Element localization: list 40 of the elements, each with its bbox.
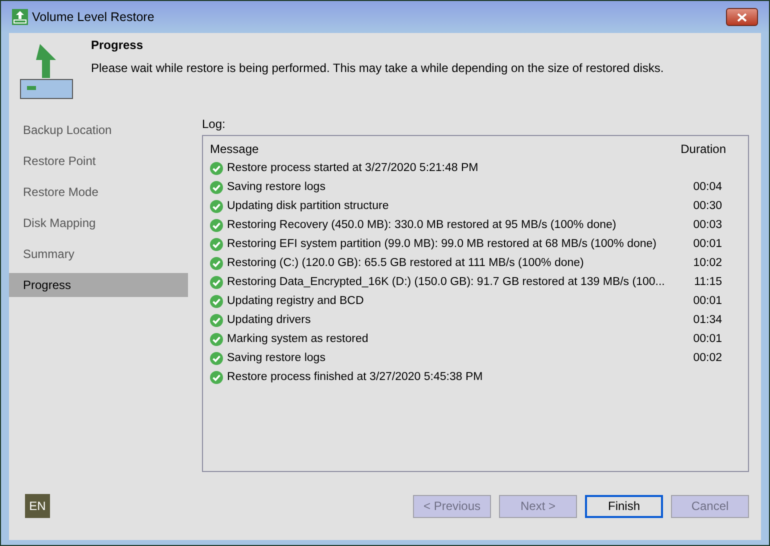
language-badge[interactable]: EN xyxy=(25,494,50,518)
column-header: Duration xyxy=(680,141,726,158)
wizard-step[interactable]: Disk Mapping xyxy=(9,211,188,235)
log-message: Marking system as restored xyxy=(227,332,368,347)
wizard-step[interactable]: Summary xyxy=(9,242,188,266)
log-message: Restoring EFI system partition (99.0 MB): 99.0 MB restored at 68 MB/s (100% done) xyxy=(227,236,657,252)
log-duration: 11:15 xyxy=(694,274,723,290)
window-title: Volume Level Restore xyxy=(32,8,154,26)
log-message: Restore process started at 3/27/2020 5:21:48 PM xyxy=(227,160,478,176)
log-duration: 01:34 xyxy=(693,312,723,328)
log-duration: 00:01 xyxy=(693,294,723,309)
log-duration: 00:30 xyxy=(693,198,723,214)
log-message: Saving restore logs xyxy=(227,350,326,366)
log-message: Restoring Data_Encrypted_16K (D:) (150.0 GB): 91.7 GB restored at 139 MB/s (100... xyxy=(227,274,665,290)
log-message: Updating registry and BCD xyxy=(227,294,364,309)
page-subtitle: Please wait while restore is being performed. This may take a while depending on the size of restored disks. xyxy=(91,60,664,77)
wizard-step[interactable]: Progress xyxy=(9,273,188,297)
close-icon xyxy=(737,12,747,22)
log-duration: 00:02 xyxy=(693,350,723,366)
log-message: Restoring Recovery (450.0 MB): 330.0 MB restored at 95 MB/s (100% done) xyxy=(227,218,616,233)
wizard-step[interactable]: Restore Mode xyxy=(9,180,188,204)
log-message: Saving restore logs xyxy=(227,180,326,195)
log-message: Updating disk partition structure xyxy=(227,198,389,214)
log-duration: 00:03 xyxy=(693,218,723,233)
restore-app-icon xyxy=(12,9,28,25)
page-title: Progress xyxy=(91,37,144,54)
wizard-step[interactable]: Backup Location xyxy=(9,118,188,142)
log-label: Log: xyxy=(202,116,226,131)
wizard-step[interactable]: Restore Point xyxy=(9,149,188,173)
log-duration: 00:01 xyxy=(693,332,723,347)
log-duration: 00:01 xyxy=(693,236,723,252)
log-message: Restoring (C:) (120.0 GB): 65.5 GB restored at 111 MB/s (100% done) xyxy=(227,256,584,271)
column-header: Message xyxy=(210,141,259,158)
log-duration: 10:02 xyxy=(693,256,723,271)
log-message: Updating drivers xyxy=(227,312,311,328)
upload-disk-icon xyxy=(20,44,74,100)
log-duration: 00:04 xyxy=(693,180,723,195)
log-message: Restore process finished at 3/27/2020 5:45:38 PM xyxy=(227,370,483,385)
close-button[interactable] xyxy=(726,8,758,26)
wizard-button[interactable]: Finish xyxy=(585,494,663,518)
